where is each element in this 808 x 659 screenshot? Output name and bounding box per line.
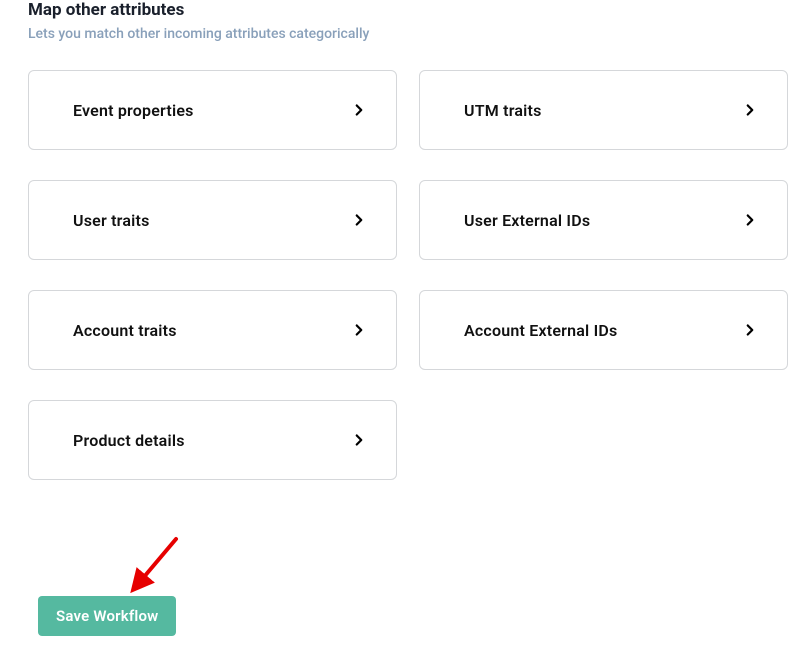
- card-label: Product details: [73, 431, 185, 450]
- save-workflow-button[interactable]: Save Workflow: [38, 596, 176, 636]
- card-utm-traits[interactable]: UTM traits: [419, 70, 788, 150]
- arrow-annotation-icon: [126, 534, 186, 594]
- section-subtitle: Lets you match other incoming attributes…: [0, 26, 808, 42]
- chevron-right-icon: [350, 211, 368, 229]
- card-user-traits[interactable]: User traits: [28, 180, 397, 260]
- card-product-details[interactable]: Product details: [28, 400, 397, 480]
- chevron-right-icon: [350, 431, 368, 449]
- card-label: UTM traits: [464, 101, 542, 120]
- chevron-right-icon: [741, 101, 759, 119]
- section-title: Map other attributes: [0, 0, 808, 20]
- card-label: User External IDs: [464, 211, 590, 230]
- card-label: User traits: [73, 211, 150, 230]
- card-account-external-ids[interactable]: Account External IDs: [419, 290, 788, 370]
- chevron-right-icon: [741, 211, 759, 229]
- card-account-traits[interactable]: Account traits: [28, 290, 397, 370]
- attribute-card-grid: Event properties UTM traits User traits …: [0, 70, 808, 480]
- card-user-external-ids[interactable]: User External IDs: [419, 180, 788, 260]
- chevron-right-icon: [350, 321, 368, 339]
- card-label: Account External IDs: [464, 321, 617, 340]
- card-event-properties[interactable]: Event properties: [28, 70, 397, 150]
- chevron-right-icon: [350, 101, 368, 119]
- chevron-right-icon: [741, 321, 759, 339]
- card-label: Account traits: [73, 321, 177, 340]
- card-label: Event properties: [73, 101, 194, 120]
